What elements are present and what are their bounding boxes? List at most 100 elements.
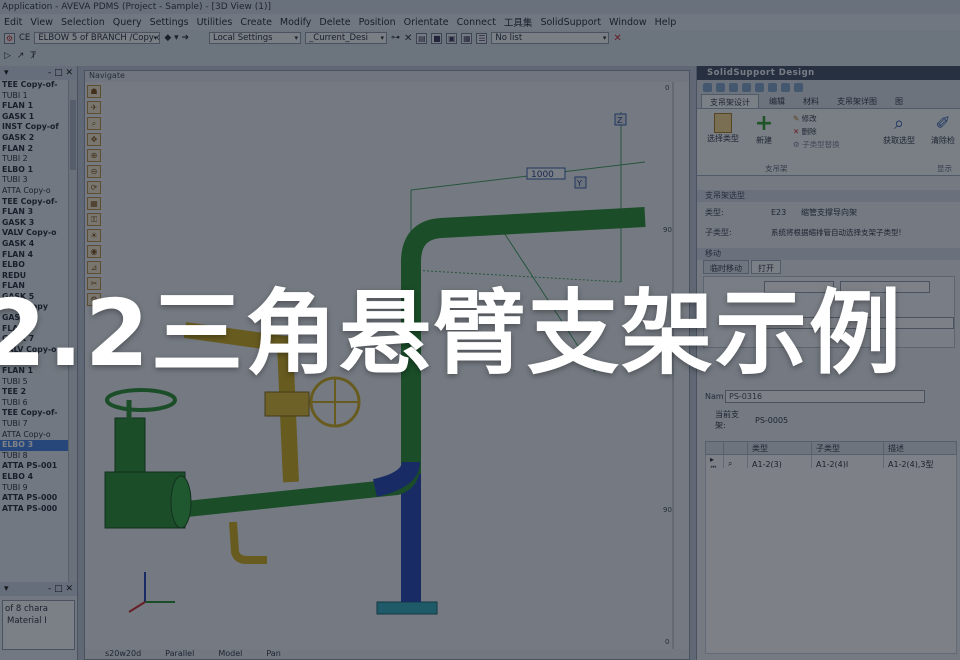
menu-item[interactable]: Utilities xyxy=(193,17,237,28)
tree-item[interactable]: ATTA Copy-o xyxy=(0,430,77,441)
pin-icon[interactable]: ▾ xyxy=(4,68,9,78)
menu-item[interactable]: Settings xyxy=(146,17,193,28)
tree-item[interactable]: GASK 4 xyxy=(0,239,77,250)
brush-icon[interactable] xyxy=(742,82,751,92)
walk-icon[interactable]: ☗ xyxy=(87,85,101,98)
tree-item[interactable]: ELBO 3 xyxy=(0,440,77,451)
close-icon[interactable]: ✕ xyxy=(404,33,412,44)
grid-icon[interactable]: ▦ xyxy=(87,197,101,210)
tree-item[interactable]: ELBO 1 xyxy=(0,165,77,176)
menu-item[interactable]: Modify xyxy=(276,17,315,28)
tree-item[interactable]: VALV Copy-o xyxy=(0,228,77,239)
menu-item[interactable]: SolidSupport xyxy=(536,17,605,28)
zoom-icon[interactable]: ⌕ xyxy=(87,117,101,130)
design-combo[interactable]: _Current_Desi ▾ xyxy=(305,32,388,44)
tree-item[interactable]: TEE Copy-of- xyxy=(0,80,77,91)
ribbon-tab[interactable]: 材料 xyxy=(795,94,827,108)
tree-item[interactable]: FLAN 1 xyxy=(0,101,77,112)
select-type-button[interactable]: 选择类型 xyxy=(703,113,743,144)
grid-header-desc[interactable]: 描述 xyxy=(883,441,957,455)
settings-combo[interactable]: Local Settings ▾ xyxy=(209,32,302,44)
window-controls[interactable]: - □ ✕ xyxy=(48,584,73,594)
tree-item[interactable]: TUBI 6 xyxy=(0,398,77,409)
tree-item[interactable]: INST Copy-of xyxy=(0,122,77,133)
gear-icon[interactable]: ⚙ xyxy=(4,32,15,44)
window-controls[interactable]: - □ ✕ xyxy=(48,68,73,78)
menu-item[interactable]: Connect xyxy=(453,17,500,28)
tree-item[interactable]: FLAN 2 xyxy=(0,144,77,155)
tree-item[interactable]: TEE Copy-of- xyxy=(0,197,77,208)
check-icon[interactable] xyxy=(794,82,803,92)
refresh-icon[interactable] xyxy=(716,82,725,92)
modify-button[interactable]: ✎ 修改 xyxy=(793,113,817,124)
menu-item[interactable]: Edit xyxy=(0,17,26,28)
menu-item[interactable]: Help xyxy=(651,17,681,28)
current-element-combo[interactable]: ELBOW 5 of BRANCH /Copy-c ▾ xyxy=(34,32,161,44)
create-button[interactable]: + 新建 xyxy=(749,113,779,146)
delete-button[interactable]: ✕ 删除 xyxy=(793,126,817,137)
report-icon[interactable] xyxy=(781,82,790,92)
tree-item[interactable]: GASK 3 xyxy=(0,218,77,229)
camera-icon[interactable]: ◉ xyxy=(87,245,101,258)
grid-header-type[interactable]: 类型 xyxy=(747,441,812,455)
menu-item[interactable]: Orientate xyxy=(400,17,453,28)
play-icon[interactable]: ▷ xyxy=(4,51,11,61)
lock-icon[interactable]: ⚿ xyxy=(87,213,101,226)
filter-icon[interactable] xyxy=(755,82,764,92)
copy-icon[interactable]: ▤ xyxy=(416,32,428,44)
menu-item[interactable]: Query xyxy=(109,17,146,28)
menu-item[interactable]: Selection xyxy=(57,17,109,28)
home-icon[interactable] xyxy=(703,82,712,92)
menu-item[interactable]: View xyxy=(26,17,57,28)
tree-item[interactable]: FLAN 3 xyxy=(0,207,77,218)
move-tab[interactable]: 打开 xyxy=(751,260,781,274)
light-icon[interactable]: ☀ xyxy=(87,229,101,242)
binoculars-icon[interactable]: ⊶ xyxy=(391,33,400,43)
export-icon[interactable] xyxy=(768,82,777,92)
ribbon-tab[interactable]: 图 xyxy=(887,94,911,108)
tree-item[interactable]: TEE Copy-of- xyxy=(0,408,77,419)
menu-item[interactable]: Position xyxy=(355,17,400,28)
tree-item[interactable]: GASK 1 xyxy=(0,112,77,123)
open-icon[interactable]: ▣ xyxy=(446,32,458,44)
ribbon-tab[interactable]: 支吊架详图 xyxy=(829,94,885,108)
menu-item[interactable]: Create xyxy=(236,17,276,28)
fly-icon[interactable]: ✈ xyxy=(87,101,101,114)
pan-icon[interactable]: ✥ xyxy=(87,133,101,146)
move-tab[interactable]: 临时移动 xyxy=(703,260,749,274)
tree-item[interactable]: FLAN 4 xyxy=(0,250,77,261)
tree-item[interactable]: ATTA PS-000 xyxy=(0,493,77,504)
name-input[interactable]: PS-0316 xyxy=(725,389,925,403)
ribbon-tab[interactable]: 编辑 xyxy=(761,94,793,108)
tree-item[interactable]: TUBI 2 xyxy=(0,154,77,165)
tree-item[interactable]: TUBI 7 xyxy=(0,419,77,430)
text-icon[interactable]: T̷ xyxy=(30,51,36,61)
tree-item[interactable]: ATTA Copy-o xyxy=(0,186,77,197)
menu-item[interactable]: Delete xyxy=(315,17,354,28)
nav-back-icon[interactable]: ◆ ▾ ➜ xyxy=(164,33,189,43)
tree-item[interactable]: ATTA PS-001 xyxy=(0,461,77,472)
get-selection-button[interactable]: ⌕ 获取选型 xyxy=(877,113,921,146)
list-icon[interactable]: ☰ xyxy=(476,32,488,44)
arrow-icon[interactable]: ↗ xyxy=(17,51,25,61)
menu-item[interactable]: Window xyxy=(605,17,650,28)
zoom-in-icon[interactable]: ⊕ xyxy=(87,149,101,162)
tree-item[interactable]: TUBI 3 xyxy=(0,175,77,186)
tree-item[interactable]: ATTA PS-000 xyxy=(0,504,77,515)
layout-icon[interactable]: ▦ xyxy=(461,32,473,44)
tree-item[interactable]: TUBI 8 xyxy=(0,451,77,462)
settings-icon[interactable] xyxy=(729,82,738,92)
clear-button[interactable]: ✐ 清除检 xyxy=(925,113,960,146)
subtype-replace-button[interactable]: ⚙ 子类型替换 xyxy=(793,139,840,150)
tree-item[interactable]: ELBO 4 xyxy=(0,472,77,483)
menu-item[interactable]: 工具集 xyxy=(500,15,537,29)
list-combo[interactable]: No list ▾ xyxy=(491,32,610,44)
tree-item[interactable]: GASK 2 xyxy=(0,133,77,144)
zoom-out-icon[interactable]: ⊖ xyxy=(87,165,101,178)
measure-icon[interactable]: ⊿ xyxy=(87,261,101,274)
rotate-icon[interactable]: ⟳ xyxy=(87,181,101,194)
tree-item[interactable]: TUBI 1 xyxy=(0,91,77,102)
grid-header-subtype[interactable]: 子类型 xyxy=(811,441,884,455)
close-icon[interactable]: ✕ xyxy=(613,33,621,44)
scrollbar-thumb[interactable] xyxy=(70,100,76,170)
